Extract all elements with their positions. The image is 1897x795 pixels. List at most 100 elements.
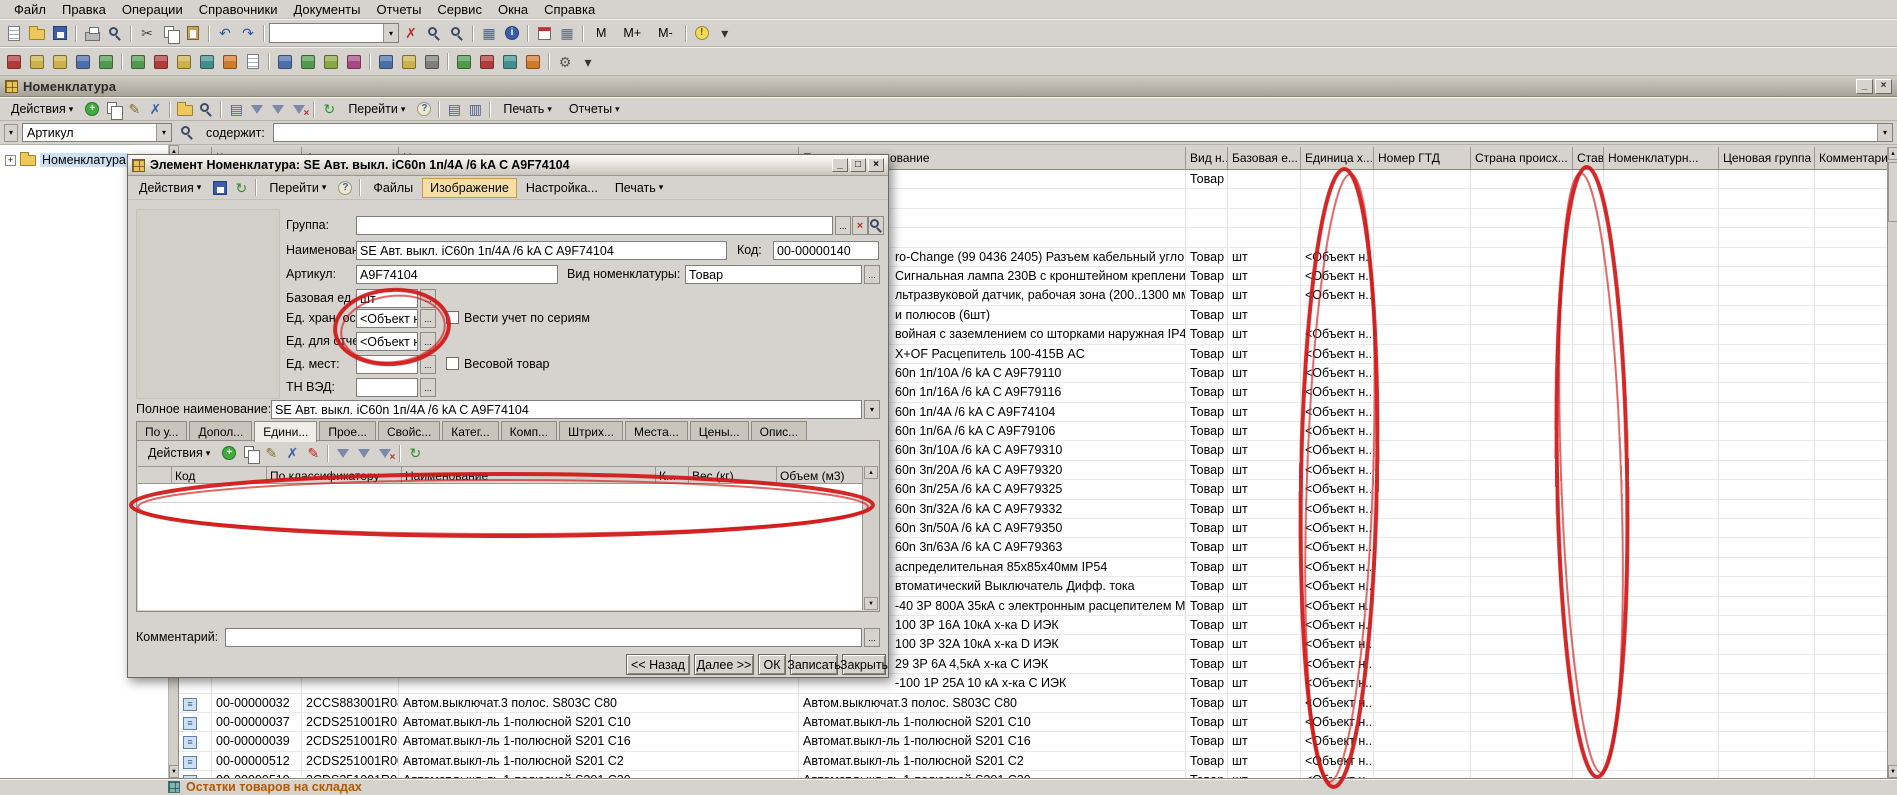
- scroll-thumb[interactable]: [1888, 162, 1897, 222]
- dialog-titlebar[interactable]: Элемент Номенклатура: SE Авт. выкл. iC60…: [128, 155, 888, 176]
- window-minimize-button[interactable]: _: [1856, 79, 1873, 94]
- back-button[interactable]: << Назад: [626, 654, 690, 675]
- unit-add-copy-icon[interactable]: [240, 443, 260, 463]
- green-journal-icon-2[interactable]: [127, 51, 149, 73]
- blue-journal-icon-2[interactable]: [274, 51, 296, 73]
- next-button[interactable]: Далее >>: [694, 654, 754, 675]
- save-icon[interactable]: [49, 22, 71, 44]
- menu-item[interactable]: Справка: [536, 1, 603, 18]
- dialog-help-icon[interactable]: ?: [335, 178, 355, 198]
- column-header[interactable]: Комментарий: [1815, 147, 1887, 169]
- column-header[interactable]: Номенклатурн...: [1604, 147, 1719, 169]
- dialog-goto-button[interactable]: Перейти: [261, 178, 334, 198]
- write-icon[interactable]: [210, 178, 230, 198]
- blue-journal-icon-3[interactable]: [375, 51, 397, 73]
- dropdown-arrow-icon[interactable]: [156, 124, 171, 141]
- dialog-tab[interactable]: Комп...: [501, 421, 557, 441]
- column-header[interactable]: Страна происх...: [1471, 147, 1573, 169]
- code-input[interactable]: 00-00000140: [773, 241, 879, 260]
- reread-icon[interactable]: ↻: [231, 178, 251, 198]
- menu-item[interactable]: Сервис: [429, 1, 490, 18]
- table-row[interactable]: 00-000000392CDS251001R0164Автомат.выкл-л…: [179, 732, 1887, 751]
- dialog-close-button[interactable]: ×: [868, 158, 884, 172]
- dialog-tab[interactable]: По у...: [136, 421, 187, 441]
- table-row[interactable]: 00-000000372CDS251001R0104Автомат.выкл-л…: [179, 713, 1887, 732]
- unit-filter-settings-icon[interactable]: [354, 443, 374, 463]
- print-button[interactable]: Печать: [495, 99, 559, 119]
- search-in-list-icon[interactable]: [196, 99, 216, 119]
- image-button[interactable]: Изображение: [422, 178, 517, 198]
- filter-icon[interactable]: [247, 99, 267, 119]
- red-journal-icon-1[interactable]: [150, 51, 172, 73]
- column-header[interactable]: Вид н...: [1186, 147, 1228, 169]
- kind-input[interactable]: Товар: [685, 265, 862, 284]
- new-group-icon[interactable]: [175, 99, 195, 119]
- dialog-tab[interactable]: Допол...: [189, 421, 252, 441]
- unit-filter-icon[interactable]: [333, 443, 353, 463]
- group-search-button[interactable]: [868, 216, 884, 235]
- comment-select-button[interactable]: [864, 628, 880, 647]
- table-row[interactable]: 00-000000322CCS883001R0804Автом.выключат…: [179, 694, 1887, 713]
- yellow-book-icon-2[interactable]: [49, 51, 71, 73]
- article-input[interactable]: A9F74104: [356, 265, 558, 284]
- yellow-journal-icon-1[interactable]: [173, 51, 195, 73]
- orange-journal-icon-2[interactable]: [522, 51, 544, 73]
- dialog-tab[interactable]: Едини...: [254, 421, 317, 442]
- filter-column-dropdown-icon[interactable]: [4, 124, 18, 142]
- scroll-down-icon[interactable]: [864, 597, 878, 610]
- yellow-book-icon-1[interactable]: [26, 51, 48, 73]
- toolbar-options-icon[interactable]: ▾: [714, 22, 736, 44]
- column-header[interactable]: Номер ГТД: [1374, 147, 1471, 169]
- redo-icon[interactable]: ↷: [237, 22, 259, 44]
- units-actions-button[interactable]: Действия: [140, 443, 218, 463]
- units-column-header[interactable]: [138, 466, 172, 484]
- open-icon[interactable]: [26, 22, 48, 44]
- add-icon[interactable]: +: [82, 99, 102, 119]
- comment-input[interactable]: [225, 628, 862, 647]
- scroll-down-icon[interactable]: [1888, 765, 1897, 778]
- dialog-tab[interactable]: Опис...: [751, 421, 808, 441]
- tnved-input[interactable]: [356, 378, 418, 397]
- menu-item[interactable]: Файл: [6, 1, 54, 18]
- fullname-input[interactable]: SE Авт. выкл. iC60n 1п/4A /6 kA C A9F741…: [271, 400, 862, 419]
- placeunit-input[interactable]: [356, 355, 418, 374]
- filter-field-combo[interactable]: Артикул: [22, 123, 172, 142]
- list-vertical-scrollbar[interactable]: [1887, 147, 1897, 778]
- dropdown-arrow-icon[interactable]: [1877, 124, 1892, 141]
- calculator-icon[interactable]: ▦: [556, 22, 578, 44]
- dialog-tab[interactable]: Катег...: [442, 421, 498, 441]
- files-button[interactable]: Файлы: [365, 178, 421, 198]
- red-book-icon[interactable]: [3, 51, 25, 73]
- info-icon[interactable]: i: [501, 22, 523, 44]
- table-row[interactable]: 00-000005192CDS251001R0204Автомат.выкл-л…: [179, 771, 1887, 778]
- column-header[interactable]: Единица х...: [1301, 147, 1374, 169]
- reports-button[interactable]: Отчеты: [561, 99, 628, 119]
- scroll-up-icon[interactable]: [1888, 147, 1897, 160]
- tip-of-day-icon[interactable]: !: [691, 22, 713, 44]
- close-button[interactable]: Закрыть: [842, 654, 886, 675]
- gray-journal-icon[interactable]: [421, 51, 443, 73]
- empty-row[interactable]: [138, 484, 863, 503]
- orange-journal-icon-1[interactable]: [219, 51, 241, 73]
- column-header[interactable]: Ценовая группа: [1719, 147, 1815, 169]
- dialog-tab[interactable]: Цены...: [690, 421, 749, 441]
- memory-subtract-button[interactable]: М-: [650, 23, 681, 43]
- expand-icon[interactable]: [5, 155, 16, 166]
- series-checkbox[interactable]: [446, 311, 459, 324]
- goto-button[interactable]: Перейти: [340, 99, 413, 119]
- table-row[interactable]: 00-000005122CDS251001R0024Автомат.выкл-л…: [179, 752, 1887, 771]
- dialog-tab[interactable]: Прое...: [319, 421, 376, 441]
- hierarchy-view-icon[interactable]: ▤: [226, 99, 246, 119]
- window-close-button[interactable]: ×: [1875, 79, 1892, 94]
- nomenclature-window-titlebar[interactable]: Номенклатура _ ×: [0, 76, 1897, 97]
- filter-value-input[interactable]: [273, 123, 1893, 142]
- settings-button[interactable]: Настройка...: [518, 178, 606, 198]
- structure-view-icon[interactable]: ▥: [465, 99, 485, 119]
- docked-window-title[interactable]: Остатки товаров на складах: [186, 780, 362, 794]
- units-column-header[interactable]: Код: [172, 466, 267, 484]
- menu-item[interactable]: Отчеты: [368, 1, 429, 18]
- related-list-icon[interactable]: ▤: [444, 99, 464, 119]
- group-clear-button[interactable]: [852, 216, 868, 235]
- placeunit-select-button[interactable]: [420, 355, 436, 374]
- yellow-journal-icon-2[interactable]: [398, 51, 420, 73]
